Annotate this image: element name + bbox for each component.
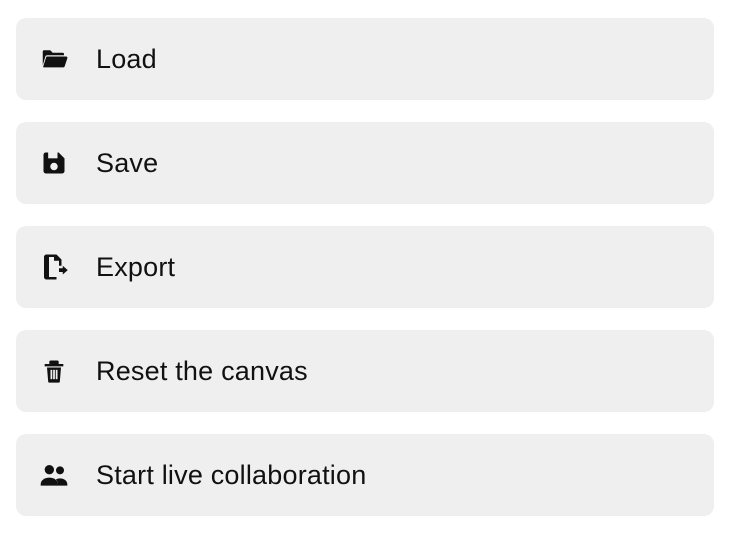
- export-icon: [38, 251, 70, 283]
- menu-item-label: Export: [96, 252, 175, 283]
- menu-item-label: Load: [96, 44, 157, 75]
- menu-item-save[interactable]: Save: [16, 122, 714, 204]
- menu-item-export[interactable]: Export: [16, 226, 714, 308]
- menu-item-label: Reset the canvas: [96, 356, 308, 387]
- menu-item-live-collaboration[interactable]: Start live collaboration: [16, 434, 714, 516]
- folder-open-icon: [38, 43, 70, 75]
- menu-item-reset-canvas[interactable]: Reset the canvas: [16, 330, 714, 412]
- users-icon: [38, 459, 70, 491]
- save-icon: [38, 147, 70, 179]
- menu-item-load[interactable]: Load: [16, 18, 714, 100]
- menu-item-label: Start live collaboration: [96, 460, 366, 491]
- trash-icon: [38, 355, 70, 387]
- menu-item-label: Save: [96, 148, 158, 179]
- menu-list: Load Save Export: [16, 18, 714, 516]
